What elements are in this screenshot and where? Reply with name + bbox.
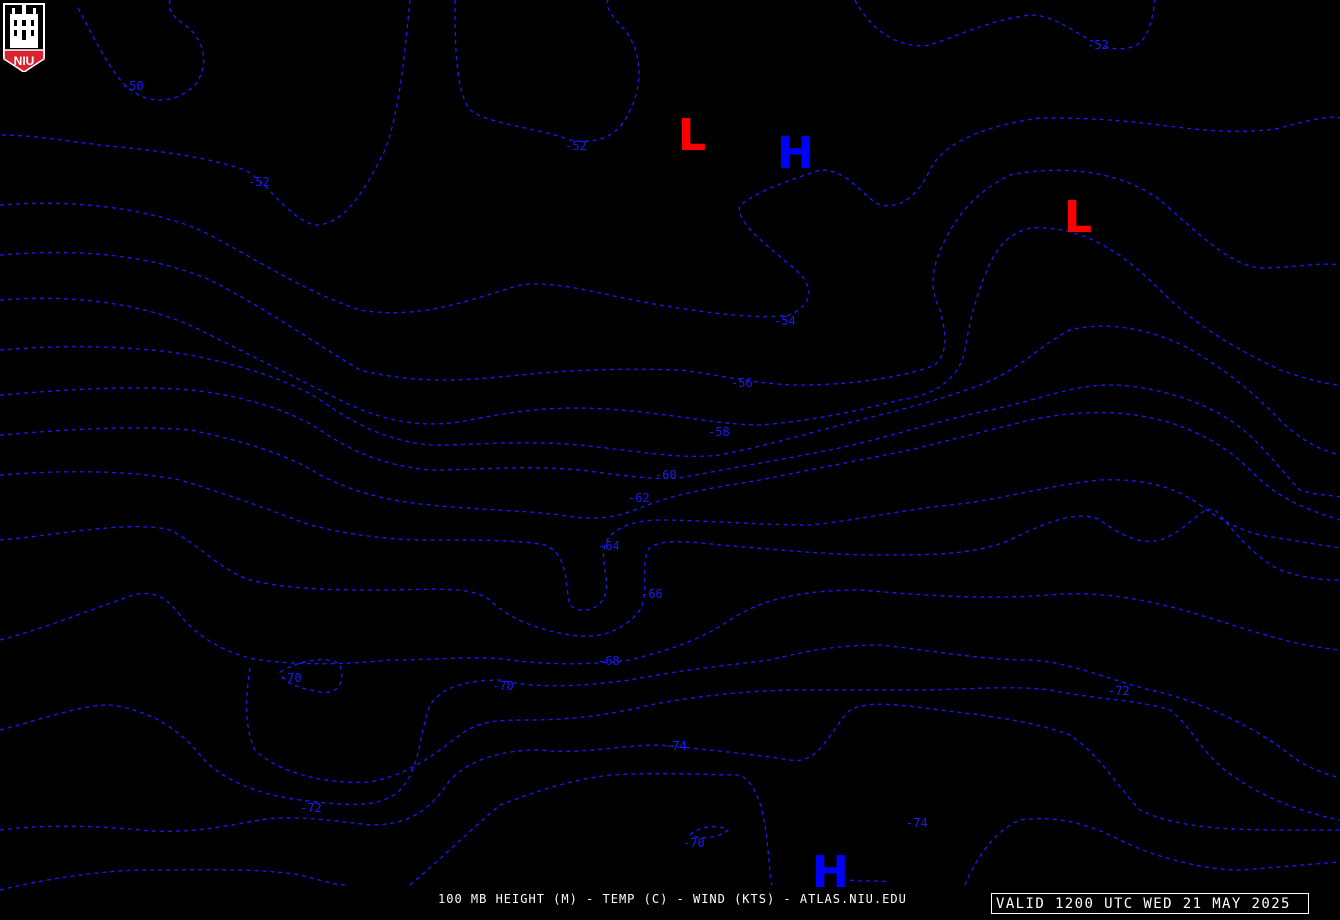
contour-label: -70 — [280, 671, 302, 685]
contour-line — [0, 411, 1340, 521]
contour-label: -72 — [1108, 684, 1130, 698]
contour-label: -74 — [906, 816, 928, 830]
contour-label: -68 — [598, 654, 620, 668]
contour-label: -70 — [683, 836, 705, 850]
contour-label: -64 — [598, 539, 620, 553]
weather-map: -50 -52 -52 -52 -54 -56 -58 -60 -62 -64 … — [0, 0, 1340, 898]
contour-label: -58 — [708, 425, 730, 439]
contour-line — [0, 169, 1340, 386]
contour-label: -60 — [655, 468, 677, 482]
niu-logo-icon: NIU — [3, 3, 45, 72]
contour-label: -52 — [1087, 38, 1109, 52]
logo-text: NIU — [14, 54, 35, 68]
contour-line — [849, 879, 891, 883]
contour-label: -52 — [248, 175, 270, 189]
contour-label: -70 — [492, 679, 514, 693]
contour-line — [454, 0, 640, 142]
low-pressure-center: L — [1064, 192, 1092, 243]
contour-line — [0, 508, 1340, 637]
contour-line — [246, 667, 1340, 821]
contour-label: -52 — [565, 139, 587, 153]
map-caption: 100 MB HEIGHT (M) - TEMP (C) - WIND (KTS… — [438, 892, 907, 906]
contour-line — [0, 644, 1340, 806]
contour-label: -56 — [731, 376, 753, 390]
contour-label: -66 — [641, 587, 663, 601]
contour-line — [0, 703, 1340, 832]
contour-label: -50 — [122, 79, 144, 93]
temperature-contours — [0, 0, 1340, 891]
contour-line — [0, 116, 1340, 318]
contour-label: -72 — [300, 801, 322, 815]
contour-line — [964, 818, 1340, 886]
contour-label: -54 — [774, 314, 796, 328]
contour-label: -74 — [665, 739, 687, 753]
contour-labels: -50 -52 -52 -52 -54 -56 -58 -60 -62 -64 … — [122, 38, 1130, 850]
contour-line — [0, 471, 1340, 611]
contour-line — [854, 0, 1156, 50]
contour-line — [0, 589, 1340, 665]
contour-line — [0, 227, 1340, 426]
contour-label: -62 — [628, 491, 650, 505]
contour-line — [409, 773, 773, 886]
contour-line — [0, 869, 346, 891]
high-pressure-center: H — [812, 847, 849, 898]
low-pressure-center: L — [678, 110, 706, 161]
high-pressure-center: H — [777, 128, 814, 179]
contour-line — [0, 0, 411, 226]
valid-time-box: VALID 1200 UTC WED 21 MAY 2025 — [991, 893, 1309, 914]
